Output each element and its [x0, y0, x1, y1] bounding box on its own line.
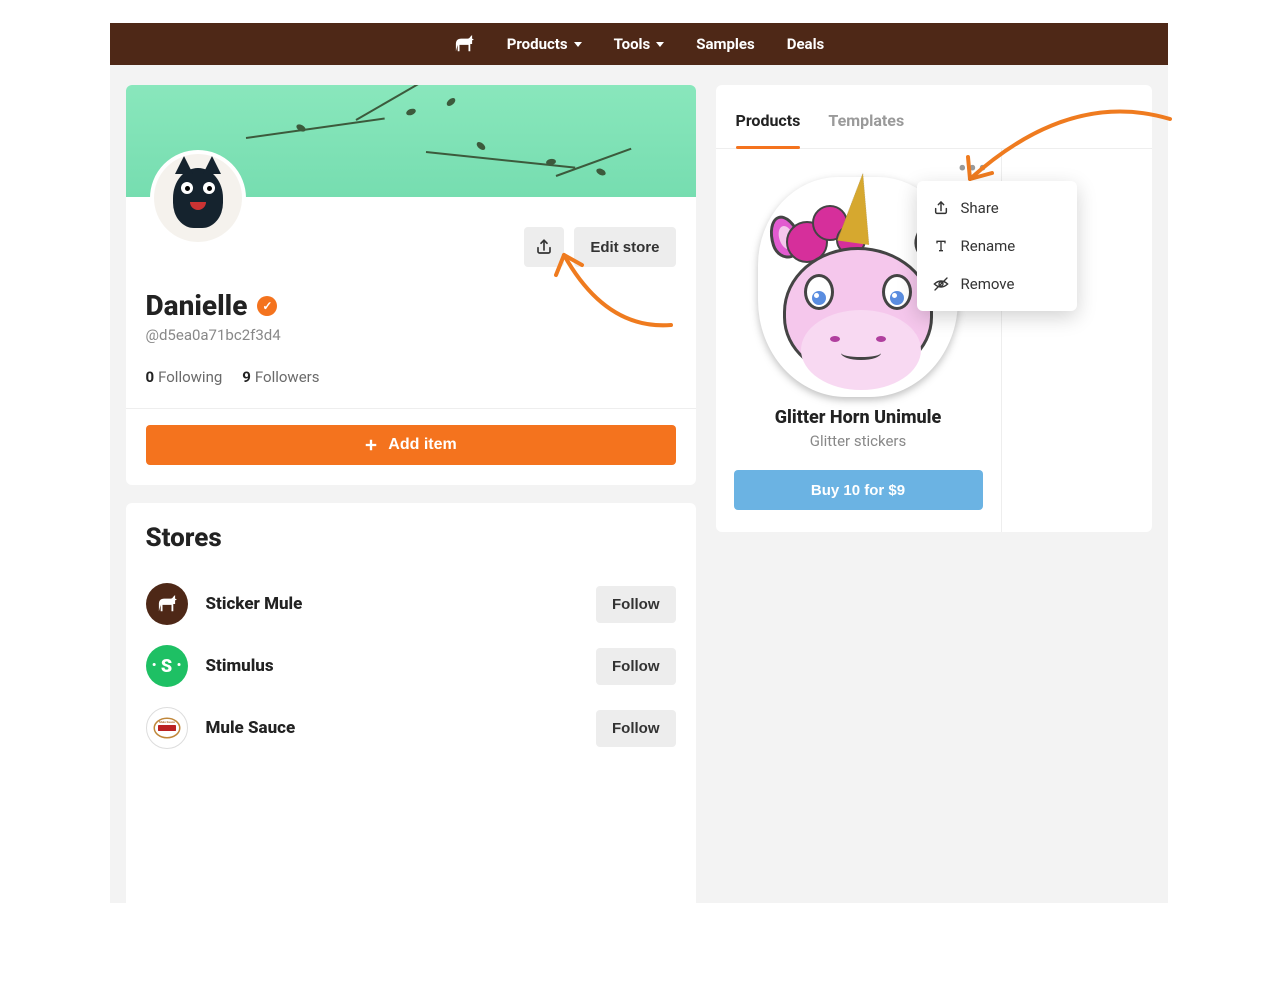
follow-button[interactable]: Follow: [596, 710, 676, 747]
store-name[interactable]: Sticker Mule: [206, 594, 303, 614]
product-menu: Share Rename Remove: [917, 181, 1077, 311]
product-card: ••• Share Rename: [716, 149, 1002, 532]
stores-card: Stores Sticker Mule Follow: [126, 503, 696, 943]
followers-stat[interactable]: 9Followers: [242, 368, 319, 386]
buy-button[interactable]: Buy 10 for $9: [734, 470, 983, 510]
store-logo-stimulus: •S•: [146, 645, 188, 687]
store-logo-sticker-mule: [146, 583, 188, 625]
eye-off-icon: [933, 276, 949, 292]
divider: [126, 408, 696, 409]
store-row: Sticker Mule Follow: [146, 573, 676, 635]
profile-stats: 0Following 9Followers: [146, 368, 676, 386]
menu-remove[interactable]: Remove: [917, 265, 1077, 303]
stores-heading: Stores: [146, 523, 676, 553]
cat-icon: [173, 168, 223, 228]
products-panel: Products Templates ••• Share: [716, 85, 1152, 532]
nav-products[interactable]: Products: [507, 35, 582, 53]
share-icon: [535, 238, 553, 256]
profile-handle: @d5ea0a71bc2f3d4: [146, 326, 676, 344]
share-profile-button[interactable]: [524, 227, 564, 267]
top-nav: Products Tools Samples Deals: [110, 23, 1168, 65]
follow-button[interactable]: Follow: [596, 586, 676, 623]
svg-text:Mule Sauce: Mule Sauce: [159, 720, 175, 724]
mule-icon: [156, 595, 178, 613]
profile-avatar[interactable]: [150, 150, 246, 246]
add-item-button[interactable]: Add item: [146, 425, 676, 465]
tab-templates[interactable]: Templates: [828, 111, 904, 148]
store-name[interactable]: Mule Sauce: [206, 718, 296, 738]
product-title: Glitter Horn Unimule: [734, 407, 983, 428]
profile-card: Edit store Danielle @d5ea0a71bc2f3d4 0Fo…: [126, 85, 696, 485]
app-frame: Products Tools Samples Deals: [110, 23, 1168, 903]
store-name[interactable]: Stimulus: [206, 656, 274, 676]
nav-tools[interactable]: Tools: [614, 35, 665, 53]
profile-name: Danielle: [146, 289, 676, 322]
more-options-button[interactable]: •••: [958, 159, 988, 181]
edit-store-button[interactable]: Edit store: [574, 227, 675, 267]
logo-link[interactable]: [453, 35, 475, 53]
store-row: •S• Stimulus Follow: [146, 635, 676, 697]
tab-products[interactable]: Products: [736, 111, 801, 148]
verified-badge-icon: [257, 296, 277, 316]
follow-button[interactable]: Follow: [596, 648, 676, 685]
chevron-down-icon: [574, 42, 582, 47]
text-icon: [933, 238, 949, 254]
share-icon: [933, 200, 949, 216]
product-subtitle: Glitter stickers: [734, 432, 983, 450]
nav-deals[interactable]: Deals: [787, 35, 825, 53]
sauce-label-icon: Mule Sauce: [152, 713, 182, 743]
plus-icon: [364, 438, 378, 452]
tabs: Products Templates: [716, 85, 1152, 149]
chevron-down-icon: [656, 42, 664, 47]
menu-share[interactable]: Share: [917, 189, 1077, 227]
stimulus-icon: •S•: [161, 656, 172, 677]
mule-logo-icon: [453, 35, 475, 53]
menu-rename[interactable]: Rename: [917, 227, 1077, 265]
following-stat[interactable]: 0Following: [146, 368, 223, 386]
store-row: Mule Sauce Mule Sauce Follow: [146, 697, 676, 759]
nav-samples[interactable]: Samples: [696, 35, 754, 53]
store-logo-mule-sauce: Mule Sauce: [146, 707, 188, 749]
